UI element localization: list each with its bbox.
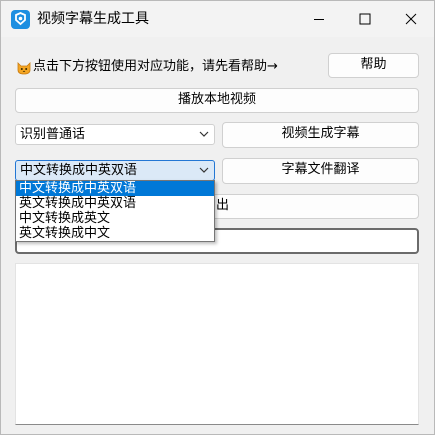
output-text-area[interactable] [15,263,419,425]
dropdown-option[interactable]: 中文转换成英文 [16,211,214,226]
translate-mode-value: 中文转换成中英双语 [20,163,138,178]
tip-text: 点击下方按钮使用对应功能，请先看帮助→ [33,59,278,74]
translate-mode-dropdown: 中文转换成中英双语 英文转换成中英双语 中文转换成英文 英文转换成中文 [15,180,215,242]
minimize-button[interactable] [296,1,342,37]
close-button[interactable] [388,1,434,37]
translate-mode-select[interactable]: 中文转换成中英双语 [15,160,215,181]
minimize-icon [314,19,324,20]
help-button[interactable]: 帮助 [328,53,419,78]
dropdown-option[interactable]: 中文转换成中英双语 [16,181,214,196]
speech-language-value: 识别普通话 [20,127,86,142]
speech-language-select[interactable]: 识别普通话 [15,124,215,145]
dropdown-option[interactable]: 英文转换成中英双语 [16,196,214,211]
cat-emoji-icon [16,60,32,76]
close-icon [405,13,417,25]
maximize-icon [359,13,371,25]
generate-subtitles-button[interactable]: 视频生成字幕 [222,122,419,148]
export-button-label: 出 [216,198,230,213]
play-local-video-button[interactable]: 播放本地视频 [15,88,419,113]
app-logo-icon [11,10,30,29]
chevron-down-icon [199,131,209,137]
maximize-button[interactable] [342,1,388,37]
window-title: 视频字幕生成工具 [37,11,149,27]
dropdown-option[interactable]: 英文转换成中文 [16,226,214,241]
app-window: 视频字幕生成工具 点击下方按钮使用对应功能，请先看帮助→ 帮助 播放本地视频 识… [0,0,435,435]
chevron-down-icon [199,167,209,173]
translate-subtitle-file-button[interactable]: 字幕文件翻译 [222,158,419,184]
title-bar[interactable]: 视频字幕生成工具 [1,1,434,37]
